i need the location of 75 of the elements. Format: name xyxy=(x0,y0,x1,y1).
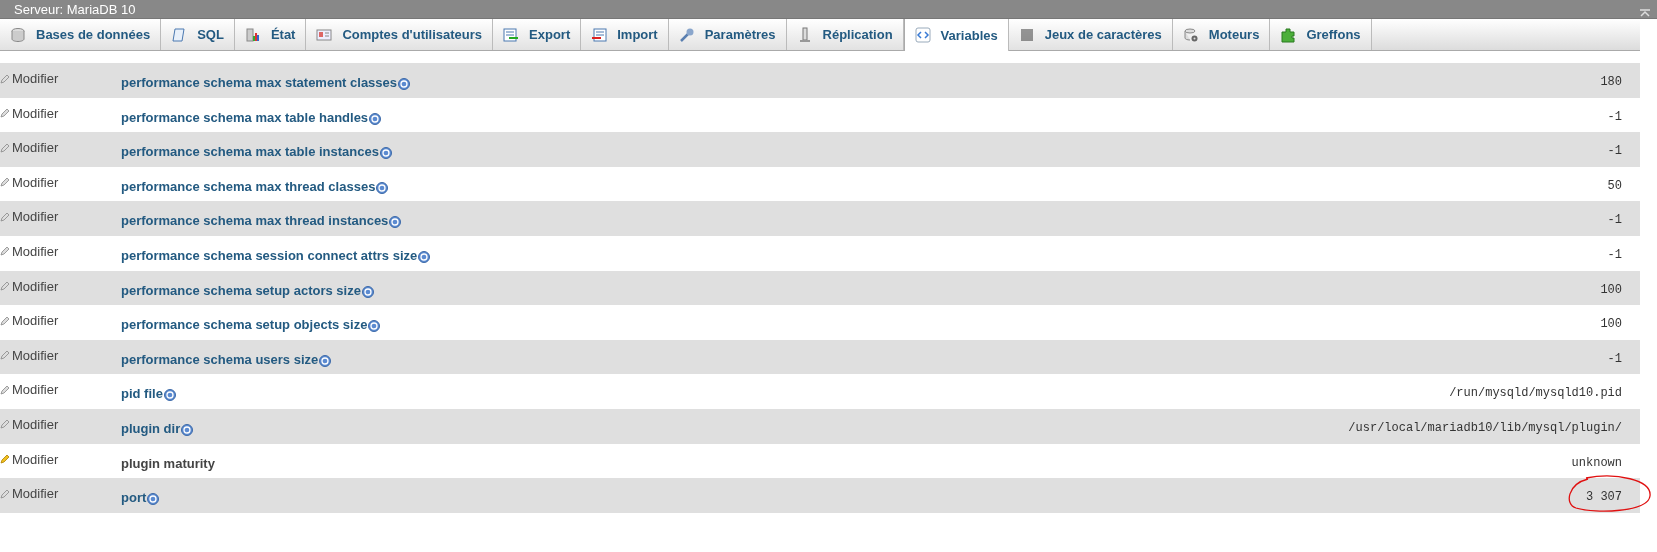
gear-icon xyxy=(1182,26,1199,43)
window-title: Serveur: MariaDB 10 xyxy=(14,2,136,18)
variable-name: performance schema max statement classes xyxy=(121,75,398,90)
scroll-icon xyxy=(171,26,188,43)
export-icon xyxy=(503,26,520,43)
tab[interactable]: Bases de données xyxy=(0,19,162,50)
tab[interactable]: Export xyxy=(493,19,582,50)
wrench-icon xyxy=(678,26,695,43)
edit-link[interactable]: Modifier xyxy=(0,486,121,502)
variable-name: performance schema max thread instances xyxy=(121,213,389,229)
variable-value: -1 xyxy=(1607,351,1622,366)
variable-name: performance schema max table handles xyxy=(121,109,369,125)
tab[interactable]: Greffons xyxy=(1270,19,1372,50)
variable-name: performance schema session connect attrs size xyxy=(121,247,418,263)
tab[interactable]: Import xyxy=(581,19,669,50)
import-icon xyxy=(591,26,608,43)
variable-name: performance schema max thread classes xyxy=(121,178,376,194)
edit-link[interactable]: Modifier xyxy=(0,174,121,190)
help-icon[interactable] xyxy=(361,285,374,298)
edit-link[interactable]: Modifier xyxy=(0,416,121,432)
help-icon[interactable] xyxy=(418,250,431,263)
collapse-icon[interactable] xyxy=(1639,8,1651,18)
tab[interactable]: Comptes d'utilisateurs xyxy=(306,19,494,50)
tab[interactable]: Moteurs xyxy=(1172,19,1271,50)
edit-link[interactable]: Modifier xyxy=(0,278,121,294)
variable-name: pid file xyxy=(121,386,163,402)
tab[interactable]: Réplication xyxy=(786,19,904,50)
variable-value: 3 307 xyxy=(1586,490,1622,505)
edit-link[interactable]: Modifier xyxy=(0,347,121,363)
tab[interactable]: Variables xyxy=(903,19,1009,51)
id-card-icon xyxy=(316,26,333,43)
variable-value: -1 xyxy=(1607,213,1622,228)
variable-value: /usr/local/mariadb10/lib/mysql/plugin/ xyxy=(1348,420,1622,435)
help-icon[interactable] xyxy=(369,112,382,125)
help-icon[interactable] xyxy=(181,423,194,436)
variable-name: port xyxy=(121,490,147,506)
code-icon xyxy=(914,27,931,43)
tab[interactable]: Paramètres xyxy=(668,19,787,50)
variable-value: 100 xyxy=(1600,282,1622,297)
puzzle-icon xyxy=(1280,26,1297,43)
help-icon[interactable] xyxy=(379,147,392,160)
help-icon[interactable] xyxy=(376,181,389,194)
variable-value: /run/mysqld/mysqld10.pid xyxy=(1449,386,1622,401)
variable-value: unknown xyxy=(1571,455,1622,470)
variable-name: plugin maturity xyxy=(121,455,215,471)
help-icon[interactable] xyxy=(319,354,332,367)
variable-value: -1 xyxy=(1607,247,1622,262)
edit-link[interactable]: Modifier xyxy=(0,105,121,121)
edit-link[interactable]: Modifier xyxy=(0,209,121,225)
edit-link[interactable]: Modifier xyxy=(0,243,121,259)
help-icon[interactable] xyxy=(147,493,160,506)
database-icon xyxy=(10,26,26,43)
variable-name: plugin dir xyxy=(121,420,181,436)
variable-name: performance schema max table instances xyxy=(121,144,379,160)
help-icon[interactable] xyxy=(398,78,411,90)
variable-value: -1 xyxy=(1607,144,1622,159)
tab[interactable]: Jeux de caractères xyxy=(1008,19,1173,50)
variable-name: performance schema setup actors size xyxy=(121,282,361,298)
variable-value: -1 xyxy=(1607,109,1622,124)
variable-name: performance schema users size xyxy=(121,351,319,367)
tab[interactable]: État xyxy=(234,19,307,50)
bar-chart-icon xyxy=(244,26,261,43)
help-icon[interactable] xyxy=(163,389,176,402)
help-icon[interactable] xyxy=(389,216,402,229)
edit-link[interactable]: Modifier xyxy=(0,140,121,156)
edit-link[interactable]: Modifier xyxy=(0,71,121,86)
help-icon[interactable] xyxy=(368,320,381,333)
variable-value: 100 xyxy=(1600,317,1622,332)
variable-name: performance schema setup objects size xyxy=(121,317,368,333)
edit-link[interactable]: Modifier xyxy=(0,382,121,398)
variable-value: 180 xyxy=(1600,75,1622,89)
edit-link[interactable]: Modifier xyxy=(0,451,121,467)
tab[interactable]: SQL xyxy=(161,19,235,50)
edit-link[interactable]: Modifier xyxy=(0,313,121,329)
variable-value: 50 xyxy=(1607,178,1622,193)
